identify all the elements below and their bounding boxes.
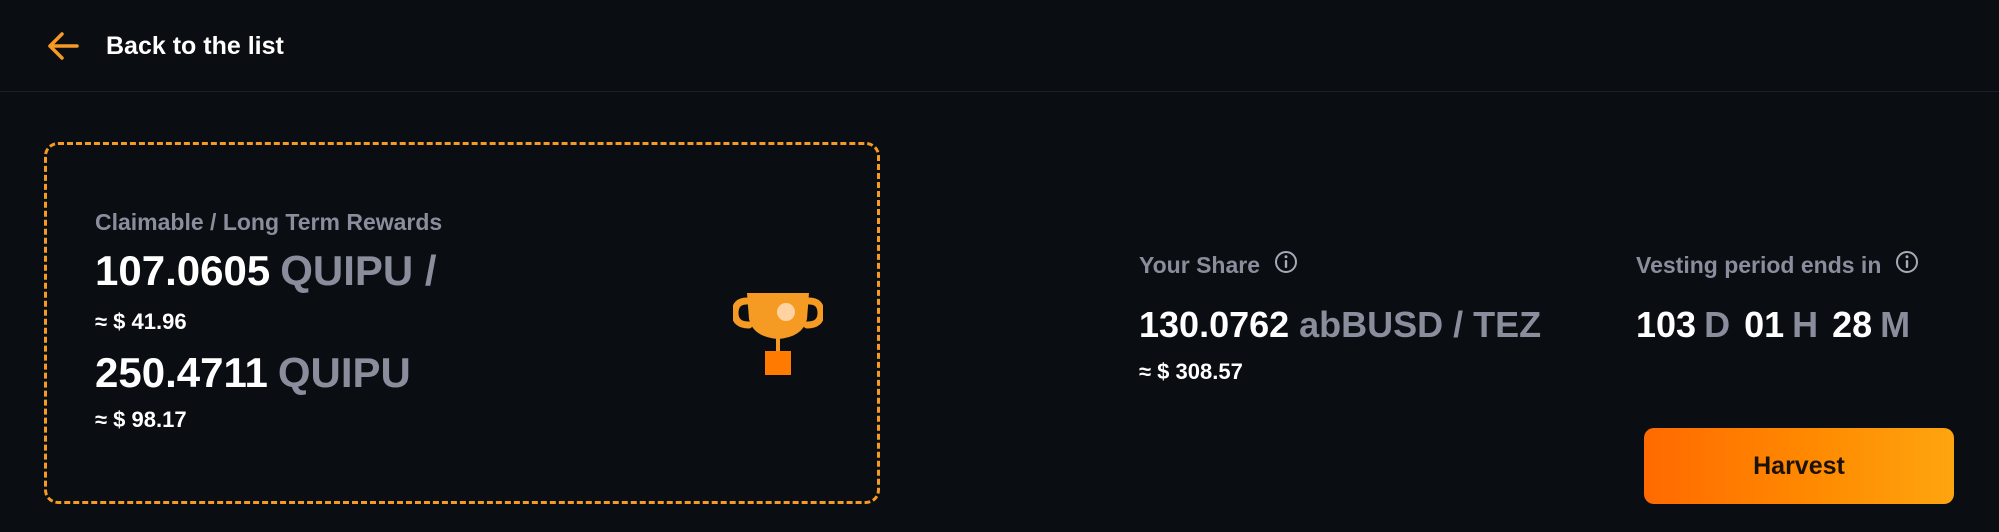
claimable-usd-value: ≈ $ 41.96 xyxy=(95,309,187,334)
your-share-label: Your Share xyxy=(1139,251,1260,278)
arrow-left-icon xyxy=(46,31,80,61)
share-usd-value: ≈ $ 308.57 xyxy=(1139,359,1243,384)
claimable-rewards: 107.0605 QUIPU / xyxy=(95,247,437,295)
long-term-token: QUIPU xyxy=(277,349,411,396)
back-link-label: Back to the list xyxy=(106,31,284,60)
info-icon[interactable] xyxy=(1274,250,1298,280)
vesting-hours: 01 xyxy=(1744,304,1785,345)
share-pair: abBUSD / TEZ xyxy=(1299,304,1542,345)
rewards-card: Claimable / Long Term Rewards 107.0605 Q… xyxy=(44,142,880,504)
vesting-label-row: Vesting period ends in xyxy=(1636,250,1919,280)
vesting-countdown: 103 D 01 H 28 M xyxy=(1636,304,1910,346)
vesting-label: Vesting period ends in xyxy=(1636,251,1882,278)
long-term-usd-value: ≈ $ 98.17 xyxy=(95,407,187,432)
trophy-icon xyxy=(731,281,825,382)
your-share-value: 130.0762 abBUSD / TEZ xyxy=(1139,304,1541,346)
back-to-list-link[interactable]: Back to the list xyxy=(46,24,284,68)
vesting-days-unit: D xyxy=(1704,304,1731,345)
top-bar: Back to the list xyxy=(0,0,1999,92)
vesting-hours-unit: H xyxy=(1792,304,1819,345)
claimable-amount: 107.0605 xyxy=(95,247,271,294)
your-share-label-row: Your Share xyxy=(1139,250,1298,280)
harvest-button[interactable]: Harvest xyxy=(1644,428,1954,504)
share-amount: 130.0762 xyxy=(1139,304,1290,345)
vesting-days: 103 xyxy=(1636,304,1697,345)
vesting-minutes-unit: M xyxy=(1880,304,1911,345)
long-term-rewards: 250.4711 QUIPU xyxy=(95,349,411,397)
long-term-amount: 250.4711 xyxy=(95,349,268,396)
claimable-token: QUIPU / xyxy=(280,247,437,294)
vesting-minutes: 28 xyxy=(1832,304,1873,345)
info-icon[interactable] xyxy=(1895,250,1919,280)
rewards-title: Claimable / Long Term Rewards xyxy=(95,209,443,235)
